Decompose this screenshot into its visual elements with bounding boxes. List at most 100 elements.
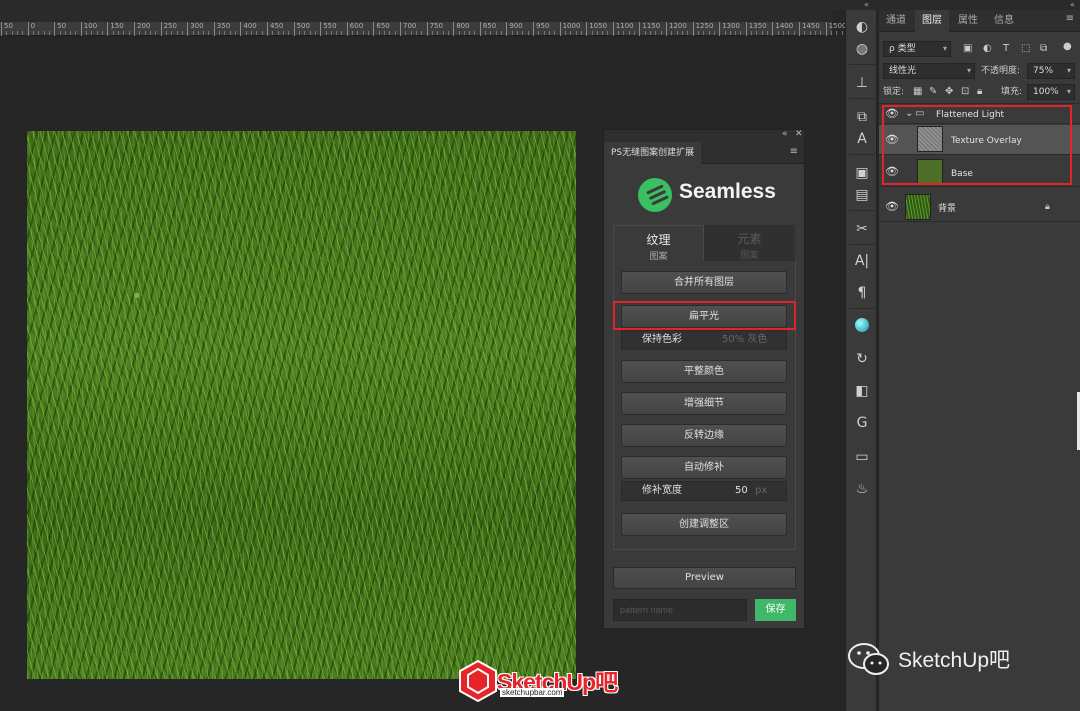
navigator-icon[interactable]: ◐	[852, 18, 872, 36]
close-icon[interactable]: ✕	[795, 129, 803, 139]
lock-all-icon[interactable]: 🔒︎	[977, 85, 982, 99]
save-button[interactable]: 保存	[755, 599, 796, 621]
ruler-minor-tick	[22, 31, 24, 35]
ruler-minor-tick	[644, 31, 646, 35]
ruler-minor-tick	[282, 31, 284, 35]
tab-properties[interactable]: 属性	[951, 10, 985, 32]
brush-settings-icon[interactable]: ♨	[852, 480, 872, 498]
ruler-minor-tick	[261, 31, 263, 35]
tools-icon[interactable]: ✂	[852, 220, 872, 238]
ruler-minor-tick	[676, 31, 678, 35]
panel-menu-icon[interactable]: ≡	[790, 146, 798, 157]
properties-icon[interactable]: ▭	[852, 448, 872, 466]
stamp-icon[interactable]: ⊥	[852, 74, 872, 92]
plugin-sphere-icon[interactable]	[852, 318, 872, 336]
ruler-minor-tick	[144, 31, 146, 35]
lock-artboard-icon[interactable]: ⊡	[961, 85, 969, 99]
visibility-eye-icon[interactable]: 👁︎	[885, 200, 899, 213]
collapse-right-icon[interactable]: «	[1070, 0, 1075, 9]
ruler-minor-tick	[756, 31, 758, 35]
fill-field[interactable]: 100% ▾	[1027, 84, 1075, 100]
ruler-tick-label: 400	[240, 22, 257, 36]
ruler-minor-tick	[155, 31, 157, 35]
filter-type-icon[interactable]: T	[1003, 42, 1009, 56]
layer-background[interactable]: 👁︎ 背景 🔒︎	[879, 192, 1080, 222]
ruler-minor-tick	[463, 31, 465, 35]
brand-name: Seamless	[679, 180, 776, 203]
ruler-minor-tick	[697, 31, 699, 35]
preview-button[interactable]: Preview	[613, 567, 796, 589]
gray-50-label[interactable]: 50% 灰色	[722, 331, 767, 349]
ruler-minor-tick	[602, 31, 604, 35]
g-plugin-icon[interactable]: G	[852, 414, 872, 432]
notes-icon[interactable]: ▤	[852, 186, 872, 204]
ruler-minor-tick	[681, 31, 683, 35]
tab-sublabel: 图案	[740, 251, 759, 261]
blend-mode-select[interactable]: 线性光 ▾	[883, 63, 975, 79]
seamless-logo-icon	[638, 178, 672, 212]
ruler-minor-tick	[11, 31, 13, 35]
filter-smart-icon[interactable]: ⧉	[1040, 42, 1047, 56]
ruler-minor-tick	[112, 31, 114, 35]
keep-color-row[interactable]: 保持色彩 50% 灰色	[621, 330, 787, 350]
keep-color-label[interactable]: 保持色彩	[642, 331, 682, 349]
ruler-tick-label: 850	[479, 22, 496, 36]
extension-tab[interactable]: PS无缝图案创建扩展	[604, 142, 702, 164]
ruler-minor-tick	[591, 31, 593, 35]
ruler-minor-tick	[634, 31, 636, 35]
filter-shape-icon[interactable]: ⬚	[1021, 42, 1030, 56]
paragraph-icon[interactable]: ¶	[852, 284, 872, 302]
filter-adjust-icon[interactable]: ◐	[983, 42, 992, 56]
ruler-minor-tick	[703, 31, 705, 35]
ruler-minor-tick	[729, 31, 731, 35]
tab-info[interactable]: 信息	[987, 10, 1021, 32]
flip-edges-button[interactable]: 反转边缘	[621, 424, 787, 447]
ruler-tick-label: 350	[213, 22, 230, 36]
ruler-tick-label: 250	[160, 22, 177, 36]
enhance-detail-button[interactable]: 增强细节	[621, 392, 787, 415]
auto-patch-button[interactable]: 自动修补	[621, 456, 787, 479]
filter-toggle-icon[interactable]: ●	[1063, 40, 1072, 54]
ruler-minor-tick	[384, 31, 386, 35]
ruler-tick-label: 550	[320, 22, 337, 36]
collapse-left-icon[interactable]: «	[864, 0, 869, 9]
lock-move-icon[interactable]: ✥	[945, 85, 953, 99]
save-doc-icon[interactable]: ▣	[852, 164, 872, 182]
tab-element-pattern[interactable]: 元素 图案	[704, 225, 795, 261]
layers-comp-icon[interactable]: ◧	[852, 382, 872, 400]
filter-kind-select[interactable]: ρ 类型 ▾	[883, 41, 951, 57]
ruler-minor-tick	[724, 31, 726, 35]
ruler-minor-tick	[809, 31, 811, 35]
ruler-minor-tick	[623, 31, 625, 35]
ruler-minor-tick	[820, 31, 822, 35]
ruler-minor-tick	[6, 31, 8, 35]
grass-texture-canvas[interactable]	[27, 131, 576, 679]
patch-width-value[interactable]: 50	[735, 482, 748, 500]
even-color-button[interactable]: 平整颜色	[621, 360, 787, 383]
character-icon[interactable]: A|	[852, 252, 872, 270]
create-adjust-zone-button[interactable]: 创建调整区	[621, 513, 787, 536]
pattern-name-input[interactable]	[613, 599, 747, 621]
ruler-minor-tick	[171, 31, 173, 35]
ruler-minor-tick	[219, 31, 221, 35]
collapse-icon[interactable]: «	[782, 129, 788, 139]
tab-texture-pattern[interactable]: 纹理 图案	[613, 225, 704, 262]
color-icon[interactable]: ◍	[852, 40, 872, 58]
layers-menu-icon[interactable]: ≡	[1066, 13, 1074, 24]
clone-source-icon[interactable]: ⧉	[852, 108, 872, 126]
ruler-minor-tick	[628, 31, 630, 35]
history-icon[interactable]: ↻	[852, 350, 872, 368]
merge-all-layers-button[interactable]: 合并所有图层	[621, 271, 787, 294]
ruler-minor-tick	[304, 31, 306, 35]
ruler-minor-tick	[197, 31, 199, 35]
opacity-field[interactable]: 75% ▾	[1027, 63, 1075, 79]
ruler-tick-label: 650	[373, 22, 390, 36]
lock-paint-icon[interactable]: ✎	[929, 85, 937, 99]
lock-transparency-icon[interactable]: ▦	[913, 85, 922, 99]
tab-channels[interactable]: 通道	[879, 10, 913, 32]
ruler-minor-tick	[43, 31, 45, 35]
tab-layers[interactable]: 图层	[915, 10, 949, 32]
character-styles-icon[interactable]: A	[852, 130, 872, 148]
patch-width-unit: px	[755, 485, 768, 496]
filter-pixel-icon[interactable]: ▣	[963, 42, 972, 56]
